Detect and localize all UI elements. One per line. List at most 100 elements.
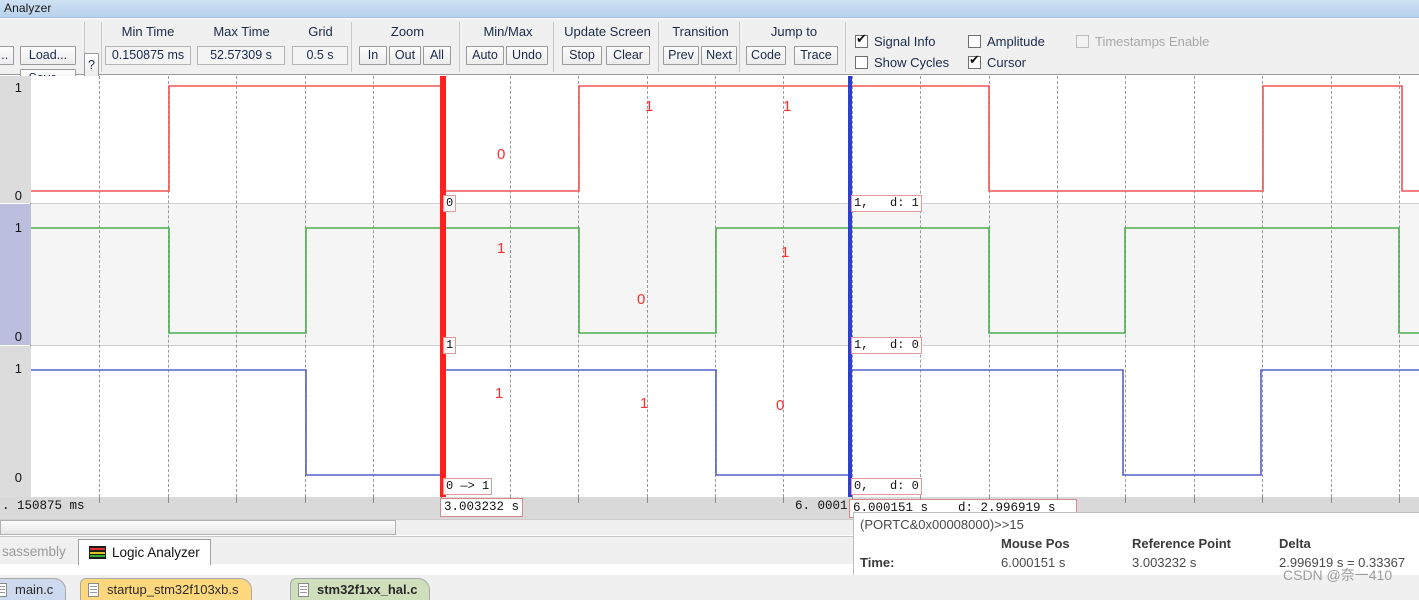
- min-time-label: Min Time: [121, 24, 175, 39]
- tag-red-reference: 0: [443, 195, 457, 212]
- tag-green-reference: 1: [443, 337, 457, 354]
- checkbox-label: Amplitude: [987, 34, 1045, 49]
- analyzer-toolbar: ... Load... Save... ? Min Time 0.150875 …: [0, 19, 1419, 88]
- help-button[interactable]: ?: [84, 53, 99, 77]
- toolbar-group-max-time: Max Time 52.57309 s: [194, 19, 289, 75]
- time-delta: 2.996919 s = 0.33367: [1279, 555, 1406, 570]
- file-icon: [88, 583, 99, 597]
- checkbox-label: Cursor: [987, 55, 1027, 70]
- file-tab-startup-s[interactable]: startup_stm32f103xb.s: [80, 578, 252, 600]
- axis-label-blue-low: 0: [14, 470, 22, 485]
- file-tab-label: startup_stm32f103xb.s: [107, 582, 239, 597]
- jump-to-label: Jump to: [770, 24, 818, 39]
- tag-blue-mouse: 0, d: 0: [851, 478, 922, 495]
- row-label-time: Time:: [860, 555, 895, 570]
- value-annotation-red-1: 1: [645, 98, 654, 115]
- transition-prev-button[interactable]: Prev: [663, 46, 699, 65]
- ruler-tick: [1399, 497, 1400, 503]
- channel-gutter: 1 0 1 0 1 0: [0, 76, 31, 497]
- tab-disassembly[interactable]: sassembly: [0, 539, 76, 565]
- minmax-undo-button[interactable]: Undo: [506, 46, 548, 65]
- checkbox-box: [968, 35, 981, 48]
- max-time-field[interactable]: 52.57309 s: [197, 46, 285, 65]
- ruler-tick: [1194, 497, 1195, 503]
- zoom-out-button[interactable]: Out: [389, 46, 421, 65]
- signal-trace: [31, 227, 1419, 334]
- ruler-tick: [99, 497, 100, 503]
- file-tab-main-c[interactable]: main.c: [0, 578, 67, 600]
- ruler-tick: [647, 497, 648, 503]
- ruler-max-time: 6. 0001: [795, 499, 848, 513]
- file-tab-hal-c[interactable]: stm32f1xx_hal.c: [290, 578, 431, 600]
- axis-label-red-high: 1: [14, 80, 22, 95]
- view-tab-bar[interactable]: sassembly Logic Analyzer: [0, 536, 853, 565]
- toolbar-group-min-time: Min Time 0.150875 ms: [102, 19, 194, 75]
- signal-trace: [31, 85, 1419, 192]
- checkbox-amplitude[interactable]: Amplitude: [968, 34, 1045, 49]
- toolbar-group-update-screen: Update Screen Stop Clear: [556, 19, 659, 75]
- value-annotation-red-2: 1: [783, 98, 792, 115]
- update-screen-label: Update Screen: [564, 24, 651, 39]
- reference-cursor[interactable]: [440, 76, 446, 497]
- ruler-tick: [236, 497, 237, 503]
- tag-green-mouse: 1, d: 0: [851, 337, 922, 354]
- value-annotation-green-4: 0: [637, 291, 646, 308]
- minmax-auto-button[interactable]: Auto: [466, 46, 504, 65]
- checkbox-show-cycles[interactable]: Show Cycles: [855, 55, 949, 70]
- ruler-tick: [578, 497, 579, 503]
- toolbar-group-file: ... Load... Save...: [0, 19, 85, 88]
- update-stop-button[interactable]: Stop: [562, 46, 602, 65]
- ruler-tick: [305, 497, 306, 503]
- signal-trace: [31, 369, 1419, 476]
- file-icon: [0, 583, 7, 597]
- signal-lanes[interactable]: 0 1, d: 1 1 1, d: 0 0 —> 1 0, d: 0 0 1 1 1 0 1 1 1 0: [31, 76, 1419, 497]
- toolbar-group-zoom: Zoom In Out All: [355, 19, 460, 75]
- axis-label-green-low: 0: [14, 329, 22, 344]
- file-tab-bar[interactable]: main.c startup_stm32f103xb.s stm32f1xx_h…: [0, 575, 1419, 600]
- tag-blue-reference: 0 —> 1: [443, 478, 493, 495]
- grid-field[interactable]: 0.5 s: [292, 46, 348, 65]
- window-title: Analyzer: [4, 1, 52, 15]
- ruler-tick: [1125, 497, 1126, 503]
- axis-label-green-high: 1: [14, 220, 22, 235]
- jump-trace-button[interactable]: Trace: [794, 46, 838, 65]
- zoom-in-button[interactable]: In: [359, 46, 387, 65]
- tab-logic-analyzer[interactable]: Logic Analyzer: [78, 539, 211, 565]
- load-button[interactable]: Load...: [20, 46, 76, 65]
- mouse-cursor[interactable]: [848, 76, 852, 497]
- setup-button[interactable]: ...: [0, 46, 14, 65]
- file-icon: [298, 583, 309, 597]
- checkbox-box: [968, 53, 981, 69]
- toolbar-group-transition: Transition Prev Next: [661, 19, 740, 75]
- value-annotation-blue-7: 1: [640, 395, 649, 412]
- column-header-mouse-pos: Mouse Pos: [1001, 536, 1070, 551]
- checkbox-cursor[interactable]: Cursor: [968, 53, 1027, 70]
- signal-expression: (PORTC&0x00008000)>>15: [860, 517, 1024, 532]
- time-mouse-pos: 6.000151 s: [1001, 555, 1066, 570]
- time-reference-point: 3.003232 s: [1132, 555, 1197, 570]
- file-tab-label: main.c: [15, 582, 54, 597]
- toolbar-group-minmax: Min/Max Auto Undo: [462, 19, 554, 75]
- column-header-delta: Delta: [1279, 536, 1311, 551]
- transition-next-button[interactable]: Next: [701, 46, 737, 65]
- value-annotation-red-0: 0: [497, 146, 506, 163]
- update-clear-button[interactable]: Clear: [606, 46, 650, 65]
- column-header-reference-point: Reference Point: [1132, 536, 1231, 551]
- zoom-all-button[interactable]: All: [423, 46, 451, 65]
- minmax-label: Min/Max: [483, 24, 533, 39]
- waveform-plot[interactable]: 1 0 1 0 1 0 0 1, d: 1 1 1, d: 0 0 —> 1 0, d: …: [0, 76, 1419, 497]
- jump-code-button[interactable]: Code: [746, 46, 786, 65]
- checkbox-label: Show Cycles: [874, 55, 950, 70]
- toolbar-group-grid: Grid 0.5 s: [289, 19, 352, 75]
- scrollbar-thumb[interactable]: [0, 520, 396, 535]
- checkbox-signal-info[interactable]: Signal Info: [855, 32, 935, 49]
- toolbar-group-help: ?: [82, 19, 102, 77]
- ruler-min-time: . 150875 ms: [2, 499, 85, 513]
- logic-analyzer-icon: [89, 546, 106, 559]
- ruler-tick: [168, 497, 169, 503]
- min-time-field[interactable]: 0.150875 ms: [105, 46, 191, 65]
- axis-label-blue-high: 1: [14, 361, 22, 376]
- reference-cursor-time-box: 3.003232 s: [440, 498, 524, 517]
- gutter-segment-red[interactable]: [0, 76, 31, 203]
- toolbar-group-jump-to: Jump to Code Trace: [742, 19, 846, 75]
